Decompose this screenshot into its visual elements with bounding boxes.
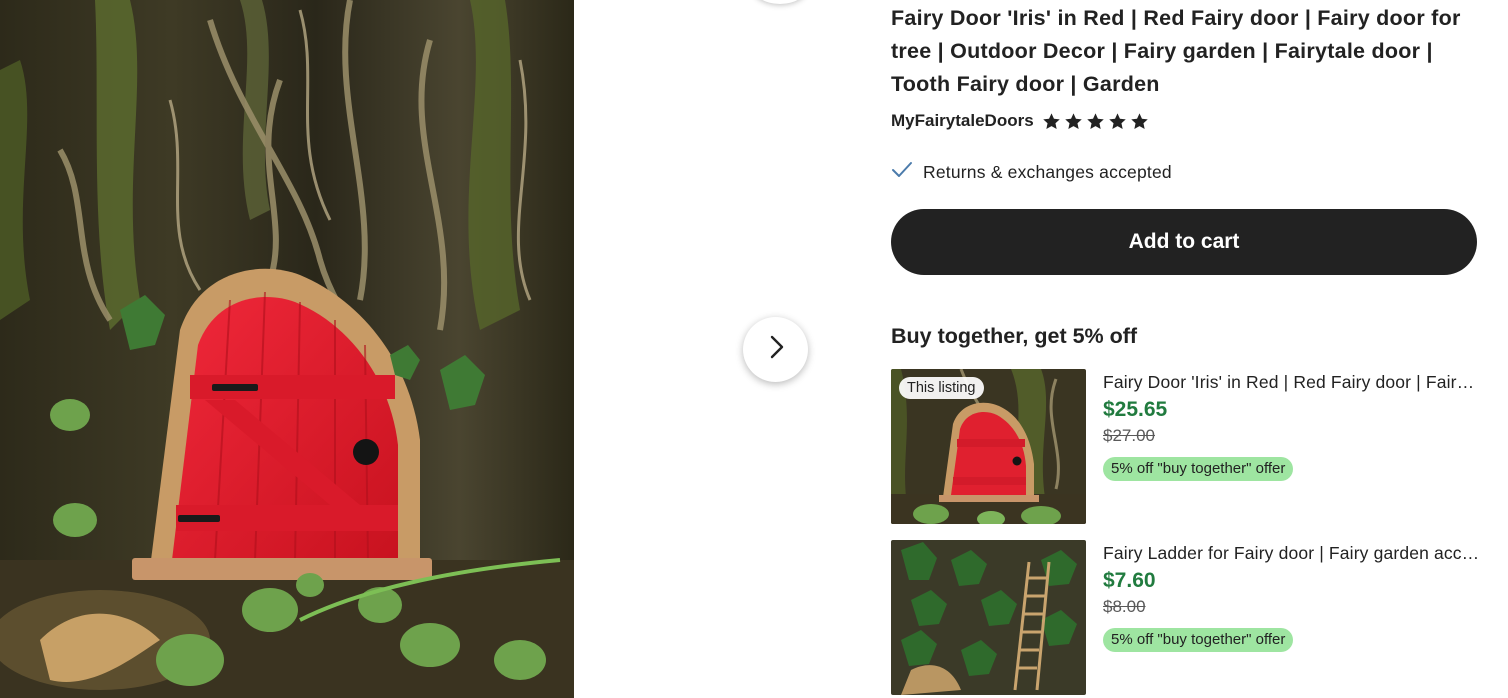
bundle-item-thumbnail[interactable] [891,540,1086,695]
gallery-prev-button[interactable] [752,0,808,4]
fairy-door-photo [0,0,574,698]
shop-name-link[interactable]: MyFairytaleDoors [891,111,1034,131]
chevron-right-icon [765,334,787,365]
bundle-offer-badge: 5% off "buy together" offer [1103,457,1294,481]
bundle-heading: Buy together, get 5% off [891,324,1138,348]
check-icon [891,161,913,184]
listing-title: Fairy Door 'Iris' in Red | Red Fairy doo… [891,6,1461,96]
star-icon [1108,112,1126,129]
star-icon [1130,112,1148,129]
bundle-item-price: $25.65 [1103,398,1168,421]
bundle-item-name[interactable]: Fairy Door 'Iris' in Red | Red Fairy doo… [1103,372,1481,393]
bundle-item-name[interactable]: Fairy Ladder for Fairy door | Fairy gard… [1103,543,1481,564]
bundle-item-original-price: $8.00 [1103,597,1146,616]
shop-info: MyFairytaleDoors [891,108,1149,134]
add-to-cart-button[interactable]: Add to cart [891,209,1477,275]
bundle-item-thumbnail[interactable]: This listing [891,369,1086,524]
rating-stars[interactable] [1042,112,1149,131]
returns-label: Returns & exchanges accepted [923,161,1172,182]
bundle-item-fairy-ladder[interactable]: Fairy Ladder for Fairy door | Fairy gard… [891,540,1481,695]
returns-policy: Returns & exchanges accepted [891,159,1172,185]
bundle-item-price: $7.60 [1103,569,1156,592]
star-icon [1042,112,1060,129]
bundle-item-this-listing[interactable]: This listing Fairy Door 'Iris' in Red | … [891,369,1481,524]
gallery-next-button[interactable] [743,317,808,382]
bundle-item-original-price: $27.00 [1103,426,1155,445]
this-listing-badge: This listing [899,377,984,399]
star-icon [1064,112,1082,129]
main-product-image[interactable] [0,0,574,698]
star-icon [1086,112,1104,129]
fairy-ladder-thumbnail [891,540,1086,695]
bundle-offer-badge: 5% off "buy together" offer [1103,628,1294,652]
